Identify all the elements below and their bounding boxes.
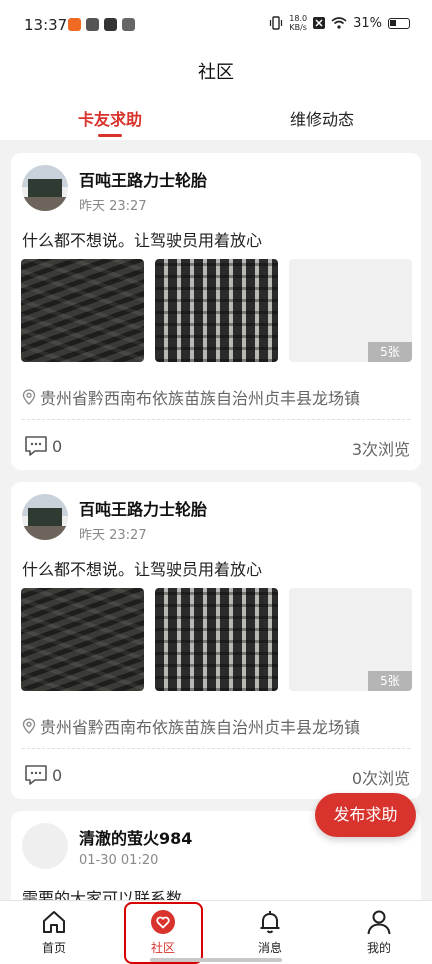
active-tab-indicator [98, 134, 122, 137]
app-notification-icon [68, 18, 81, 31]
post-text: 什么都不想说。让驾驶员用着放心 [22, 560, 263, 579]
post-help-button[interactable]: 发布求助 [315, 793, 416, 837]
post-image[interactable] [155, 588, 278, 691]
battery-percent: 31% [353, 15, 382, 31]
post-username[interactable]: 百吨王路力士轮胎 [79, 496, 207, 520]
comment-icon [25, 765, 47, 785]
home-indicator [150, 958, 282, 962]
post-image[interactable]: 5张 [289, 259, 412, 362]
post-time: 昨天 23:27 [79, 199, 147, 214]
post-location: 贵州省黔西南布依族苗族自治州贞丰县龙场镇 [22, 385, 360, 409]
status-time: 13:37 [24, 16, 68, 34]
page-header: 社区 卡友求助 维修动态 [0, 50, 432, 140]
post-time: 01-30 01:20 [79, 853, 159, 868]
user-icon [367, 910, 391, 935]
post-image[interactable] [155, 259, 278, 362]
comment-count: 0 [52, 436, 63, 456]
post-location: 贵州省黔西南布依族苗族自治州贞丰县龙场镇 [22, 714, 360, 738]
more-images-badge: 5张 [368, 342, 412, 362]
signal-off-icon [313, 17, 326, 29]
avatar[interactable] [22, 165, 68, 211]
tab-home[interactable]: 首页 [24, 909, 84, 956]
app-notification-icon [122, 18, 135, 31]
post-image[interactable]: 5张 [289, 588, 412, 691]
tab-messages-label: 消息 [257, 941, 282, 955]
post-text: 什么都不想说。让驾驶员用着放心 [22, 231, 263, 250]
tab-bar: 卡友求助 维修动态 [0, 106, 432, 140]
post-time: 昨天 23:27 [79, 528, 147, 543]
comment-icon [25, 436, 47, 456]
status-bar: 13:37 18.0 KB/s 31% [0, 0, 432, 50]
app-notification-icon [86, 18, 99, 31]
app-notification-icon [104, 18, 117, 31]
divider [22, 748, 410, 749]
tab-help[interactable]: 卡友求助 [78, 106, 142, 130]
comment-button[interactable]: 0 [24, 764, 62, 786]
post-username[interactable]: 百吨王路力士轮胎 [79, 167, 207, 191]
home-icon [43, 911, 65, 933]
location-text: 贵州省黔西南布依族苗族自治州贞丰县龙场镇 [40, 389, 361, 408]
avatar[interactable] [22, 494, 68, 540]
comment-count: 0 [52, 765, 63, 785]
wifi-icon [331, 17, 347, 29]
network-speed: 18.0 KB/s [289, 14, 307, 32]
post-text: 需要的大家可以联系数 [22, 889, 183, 900]
view-count: 3次浏览 [351, 440, 410, 459]
location-text: 贵州省黔西南布依族苗族自治州贞丰县龙场镇 [40, 718, 361, 737]
vibrate-icon [270, 16, 283, 30]
highlight-box [124, 902, 203, 964]
tab-home-label: 首页 [41, 941, 66, 955]
more-images-badge: 5张 [368, 671, 412, 691]
view-count: 0次浏览 [351, 769, 410, 788]
tab-messages[interactable]: 消息 [240, 909, 300, 956]
network-speed-unit: KB/s [289, 23, 307, 32]
post-feed[interactable]: 百吨王路力士轮胎 昨天 23:27 什么都不想说。让驾驶员用着放心 5张 贵州省… [0, 140, 432, 900]
tab-repair-news[interactable]: 维修动态 [290, 106, 354, 130]
avatar[interactable] [22, 823, 68, 869]
post-card[interactable]: 百吨王路力士轮胎 昨天 23:27 什么都不想说。让驾驶员用着放心 5张 贵州省… [11, 153, 421, 470]
post-card[interactable]: 百吨王路力士轮胎 昨天 23:27 什么都不想说。让驾驶员用着放心 5张 贵州省… [11, 482, 421, 799]
bottom-tab-bar: 首页 社区 消息 我的 [0, 900, 432, 964]
status-notification-icons [68, 18, 135, 31]
page-title: 社区 [198, 62, 234, 83]
tab-profile[interactable]: 我的 [349, 909, 409, 956]
comment-button[interactable]: 0 [24, 435, 62, 457]
tab-profile-label: 我的 [366, 941, 391, 955]
location-pin-icon [22, 718, 36, 734]
post-image[interactable] [21, 588, 144, 691]
network-speed-value: 18.0 [289, 14, 308, 23]
location-pin-icon [22, 389, 36, 405]
bell-icon [260, 911, 280, 934]
divider [22, 419, 410, 420]
status-right: 18.0 KB/s 31% [269, 14, 410, 32]
post-image[interactable] [21, 259, 144, 362]
battery-icon [388, 17, 410, 29]
post-username[interactable]: 清澈的萤火984 [79, 825, 192, 849]
